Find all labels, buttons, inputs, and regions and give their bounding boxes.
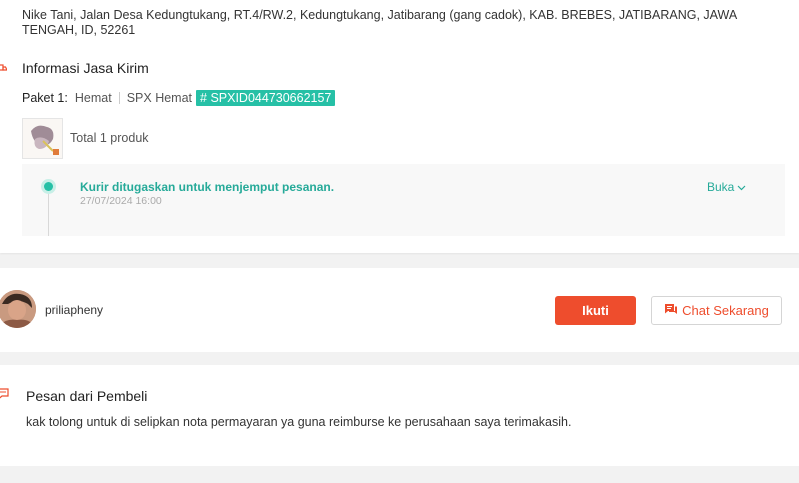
total-products: Total 1 produk <box>70 131 149 145</box>
chat-now-button[interactable]: Chat Sekarang <box>651 296 782 325</box>
follow-button[interactable]: Ikuti <box>555 296 636 325</box>
chevron-down-icon <box>734 180 746 194</box>
buyer-message-card: Pesan dari Pembeli kak tolong untuk di s… <box>0 365 799 466</box>
chat-icon <box>664 303 682 319</box>
service-type: Hemat <box>74 91 112 105</box>
chat-now-label: Chat Sekarang <box>682 303 769 318</box>
courier-name: SPX Hemat <box>126 91 193 105</box>
package-row: Paket 1: Hemat SPX Hemat # SPXID04473066… <box>22 90 336 106</box>
truck-icon <box>0 60 8 71</box>
message-body: kak tolong untuk di selipkan nota permay… <box>26 415 572 429</box>
shipping-section-title: Informasi Jasa Kirim <box>22 60 149 76</box>
timeline-dot <box>41 179 56 194</box>
package-label: Paket 1: <box>22 91 68 105</box>
timeline-timestamp: 27/07/2024 16:00 <box>80 195 162 207</box>
shipping-timeline: Kurir ditugaskan untuk menjemput pesanan… <box>22 164 785 236</box>
tracking-number-badge[interactable]: # SPXID044730662157 <box>196 90 336 106</box>
shipping-address: Nike Tani, Jalan Desa Kedungtukang, RT.4… <box>22 8 737 37</box>
timeline-expand-button[interactable]: Buka <box>707 180 746 194</box>
shipping-info-card: Nike Tani, Jalan Desa Kedungtukang, RT.4… <box>0 0 799 253</box>
buyer-card: priliapheny Ikuti Chat Sekarang <box>0 268 799 352</box>
message-section-title: Pesan dari Pembeli <box>26 388 148 404</box>
buyer-username[interactable]: priliapheny <box>45 303 103 317</box>
timeline-status: Kurir ditugaskan untuk menjemput pesanan… <box>80 180 335 194</box>
message-icon <box>0 387 9 405</box>
avatar[interactable] <box>0 290 36 328</box>
expand-label: Buka <box>707 180 735 194</box>
divider <box>118 92 120 104</box>
product-thumbnail[interactable] <box>22 118 63 159</box>
